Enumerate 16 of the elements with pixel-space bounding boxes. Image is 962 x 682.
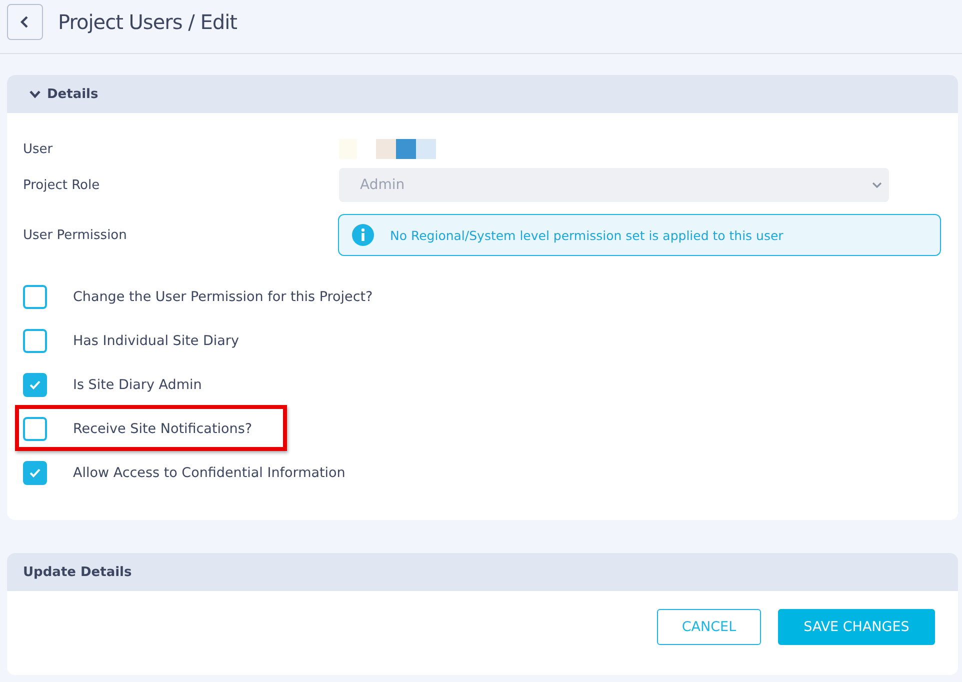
- field-label: User: [23, 142, 54, 156]
- checkbox-label: Change the User Permission for this Project?: [73, 289, 373, 305]
- section-title: Update Details: [23, 564, 132, 580]
- details-header[interactable]: Details: [7, 75, 958, 113]
- section-title: Details: [47, 86, 98, 102]
- checkbox-label: Has Individual Site Diary: [73, 333, 239, 349]
- field-label: User Permission: [23, 228, 128, 242]
- save-button[interactable]: SAVE CHANGES: [778, 609, 935, 645]
- checkbox-label: Is Site Diary Admin: [73, 377, 202, 393]
- page-subtitle: / Edit: [188, 10, 237, 34]
- checkbox-label: Receive Site Notifications?: [73, 421, 252, 437]
- page-title: Project Users: [58, 10, 182, 34]
- field-label: Project Role: [23, 178, 101, 192]
- alert-message: No Regional/System level permission set is applied to this user: [390, 228, 784, 242]
- checkbox-label: Allow Access to Confidential Information: [73, 465, 346, 481]
- cancel-button[interactable]: CANCEL: [657, 609, 761, 645]
